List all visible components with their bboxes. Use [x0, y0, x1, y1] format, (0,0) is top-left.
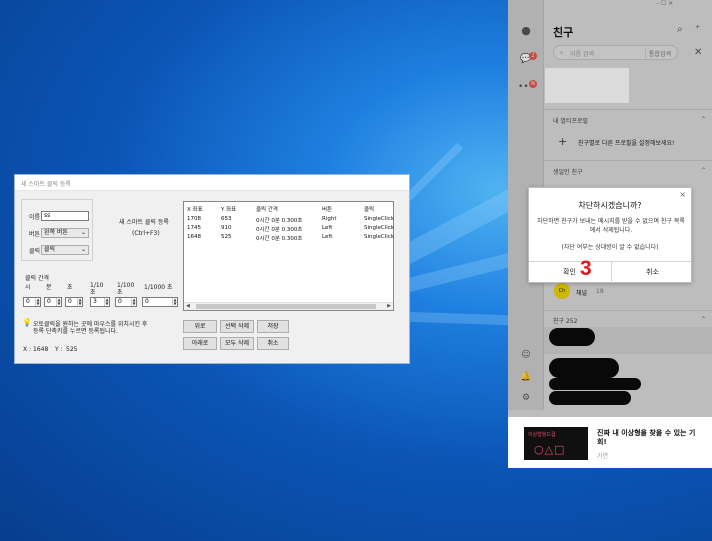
thousandth-value: 0: [145, 298, 149, 305]
spin-arrows-icon[interactable]: ▲ ▼: [172, 298, 177, 306]
scroll-left-icon[interactable]: ◀: [186, 303, 190, 309]
column-header-y[interactable]: Y 좌표: [221, 205, 236, 213]
delete-selected-button[interactable]: 선택 삭제: [220, 320, 254, 333]
horizontal-scrollbar[interactable]: ◀ ▶: [184, 302, 393, 310]
interval-unit-tenth: 1/10 초: [90, 282, 104, 296]
confirm-button[interactable]: 확인: [529, 262, 610, 283]
x-coordinate-value: 1648: [33, 346, 49, 353]
list-area: X 좌표 Y 좌표 클릭 간격 버튼 클릭 1708 653 0시간 0분 0.…: [183, 175, 411, 365]
button-label: 버튼: [29, 231, 41, 238]
hour-value: 0: [26, 298, 30, 305]
register-shortcut: (Ctrl+F3): [132, 230, 160, 237]
button-select[interactable]: 왼쪽 버튼 ⌄: [41, 228, 89, 238]
interval-unit-hour: 시: [25, 284, 31, 291]
spin-arrows-icon[interactable]: ▲ ▼: [77, 298, 82, 306]
lightbulb-icon: 💡: [22, 318, 32, 327]
move-down-button[interactable]: 아래로: [183, 337, 217, 350]
interval-unit-minute: 분: [46, 284, 52, 291]
name-label: 이름: [29, 214, 41, 221]
scroll-right-icon[interactable]: ▶: [387, 303, 391, 309]
interval-unit-hundredth: 1/100 초: [117, 282, 135, 296]
y-coordinate-value: 525: [66, 346, 78, 353]
click-label: 클릭: [29, 248, 41, 255]
dialog-message: 차단하면 친구가 보내는 메시지를 받을 수 없으며 친구 목록에서 삭제됩니다…: [537, 218, 685, 234]
cell-x: 1745: [187, 225, 201, 231]
cell-interval: 0시간 0분 0.300초: [256, 236, 303, 242]
cell-x: 1648: [187, 234, 201, 240]
cancel-button[interactable]: 취소: [612, 262, 693, 283]
thousandth-stepper[interactable]: 0 ▲ ▼: [142, 297, 178, 307]
interval-unit-second: 초: [67, 284, 73, 291]
tenth-stepper[interactable]: 3 ▲ ▼: [90, 297, 110, 307]
table-row[interactable]: 1708 653 0시간 0분 0.300초 Right SingleClick: [184, 216, 395, 225]
table-row[interactable]: 1745 910 0시간 0분 0.300초 Left SingleClick: [184, 225, 395, 234]
hour-stepper[interactable]: 0 ▲ ▼: [23, 297, 41, 307]
cell-click: SingleClick: [364, 225, 395, 231]
ad-sponsor: 가연: [597, 453, 609, 460]
smart-click-window: 새 스마트 클릭 등록 이름 ss 버튼 왼쪽 버튼 ⌄ 클릭 클릭 ⌄ 새 스…: [14, 174, 410, 364]
cell-y: 910: [221, 225, 232, 231]
cell-interval: 0시간 0분 0.300초: [256, 227, 303, 233]
column-header-interval[interactable]: 클릭 간격: [256, 205, 278, 213]
delete-all-button[interactable]: 모두 삭제: [220, 337, 254, 350]
minute-value: 0: [47, 298, 51, 305]
block-confirm-dialog: × 차단하시겠습니까? 차단하면 친구가 보내는 메시지를 받을 수 없으며 친…: [528, 187, 692, 283]
name-input[interactable]: ss: [41, 211, 89, 221]
cancel-button[interactable]: 취소: [257, 337, 289, 350]
cell-click: SingleClick: [364, 234, 395, 240]
hint-text-line2: 등록 단축키를 누르면 등록됩니다.: [33, 328, 118, 335]
hundredth-stepper[interactable]: 0 ▲ ▼: [115, 297, 137, 307]
hundredth-value: 0: [118, 298, 122, 305]
click-type-value: 클릭: [44, 246, 56, 253]
chevron-down-icon: ⌄: [80, 229, 86, 236]
x-label: X :: [23, 346, 32, 353]
column-header-button[interactable]: 버튼: [322, 205, 332, 213]
cell-y: 653: [221, 216, 232, 222]
move-up-button[interactable]: 위로: [183, 320, 217, 333]
window-title: 새 스마트 클릭 등록: [21, 181, 71, 188]
button-select-value: 왼쪽 버튼: [44, 229, 68, 236]
cell-button: Left: [322, 234, 333, 240]
tenth-value: 3: [93, 298, 97, 305]
cell-x: 1708: [187, 216, 201, 222]
ad-banner[interactable]: 이상형월드컵 ○△□ 진짜 내 이상형을 찾을 수 있는 기회! 가연: [508, 417, 712, 468]
ad-image: 이상형월드컵 ○△□: [524, 427, 588, 460]
cell-button: Left: [322, 225, 333, 231]
cell-y: 525: [221, 234, 232, 240]
save-button[interactable]: 저장: [257, 320, 289, 333]
dialog-title: 차단하시겠습니까?: [578, 201, 642, 210]
table-row[interactable]: 1648 525 0시간 0분 0.300초 Left SingleClick: [184, 234, 395, 243]
scrollbar-thumb[interactable]: [196, 304, 376, 309]
second-value: 0: [68, 298, 72, 305]
column-header-x[interactable]: X 좌표: [187, 205, 203, 213]
y-label: Y :: [55, 346, 63, 353]
spin-arrows-icon[interactable]: ▲ ▼: [131, 298, 136, 306]
cell-click: SingleClick: [364, 216, 395, 222]
dialog-note: (차단 여부는 상대방이 알 수 없습니다): [561, 244, 659, 251]
close-icon[interactable]: ×: [679, 190, 686, 199]
ad-title: 진짜 내 이상형을 찾을 수 있는 기회!: [597, 429, 696, 446]
ad-image-text: 이상형월드컵: [528, 432, 556, 438]
click-type-select[interactable]: 클릭 ⌄: [41, 245, 89, 255]
second-stepper[interactable]: 0 ▲ ▼: [65, 297, 83, 307]
click-list[interactable]: X 좌표 Y 좌표 클릭 간격 버튼 클릭 1708 653 0시간 0분 0.…: [183, 201, 394, 311]
ad-shapes-icon: ○△□: [534, 443, 566, 456]
spin-arrows-icon[interactable]: ▲ ▼: [56, 298, 61, 306]
spin-arrows-icon[interactable]: ▲ ▼: [35, 298, 40, 306]
cell-button: Right: [322, 216, 337, 222]
spin-arrows-icon[interactable]: ▲ ▼: [104, 298, 109, 306]
chevron-down-icon: ⌄: [80, 246, 86, 253]
column-header-click[interactable]: 클릭: [364, 205, 374, 213]
minute-stepper[interactable]: 0 ▲ ▼: [44, 297, 62, 307]
cell-interval: 0시간 0분 0.300초: [256, 218, 303, 224]
interval-unit-thousandth: 1/1000 초: [144, 284, 173, 291]
register-title: 새 스마트 클릭 등록: [119, 219, 169, 226]
interval-label: 클릭 간격: [25, 275, 49, 282]
step-annotation: 3: [580, 257, 592, 280]
